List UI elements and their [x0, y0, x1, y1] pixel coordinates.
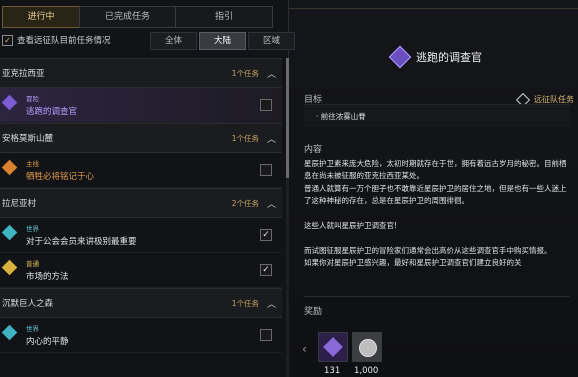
quest-track-checkbox[interactable]	[260, 164, 272, 176]
filter-all[interactable]: 全体	[150, 32, 197, 50]
quest-name: 市场的方法	[26, 272, 69, 282]
quest-icon	[1, 94, 18, 111]
goal-text: · 前往浓雾山脊	[316, 112, 366, 121]
quest-item[interactable]: 主线牺牲必将铭记于心	[0, 153, 282, 188]
quest-item[interactable]: 冒险 逃跑的调查官	[0, 88, 282, 123]
quest-icon	[1, 224, 18, 241]
quest-name: 牺牲必将铭记于心	[26, 172, 95, 182]
quest-track-checkbox[interactable]: ✓	[260, 264, 272, 276]
filter-continent[interactable]: 大陆	[199, 32, 246, 50]
quest-icon	[1, 324, 18, 341]
quest-list-panel: 进行中 已完成任务 指引 ✓ 查看远征队目前任务情况 全体 大陆 区域 亚克拉西…	[0, 0, 295, 377]
chevron-up-icon[interactable]: ︿	[267, 197, 276, 210]
quest-track-checkbox[interactable]	[260, 329, 272, 341]
region-header[interactable]: 拉尼亚村 2个任务 ︿	[0, 188, 282, 218]
description-paragraph: 星辰护卫素来庞大危险，太初时期就存在于世，拥有着远古岁月的秘密。目前栖息在尚未被…	[304, 159, 567, 181]
region-name: 安格莫斯山麓	[2, 134, 54, 144]
quest-type: 主线	[26, 160, 39, 168]
filter-group: 全体 大陆 区域	[150, 32, 297, 50]
filter-area[interactable]: 区域	[248, 32, 295, 50]
quest-name: 内心的平静	[26, 337, 69, 347]
quest-window: 进行中 已完成任务 指引 ✓ 查看远征队目前任务情况 全体 大陆 区域 亚克拉西…	[0, 0, 578, 377]
chevron-left-icon[interactable]: ‹	[302, 342, 307, 356]
region-count: 1个任务 ︿	[231, 297, 276, 310]
quest-icon	[1, 259, 18, 276]
quest-list-scrollbar[interactable]	[286, 58, 289, 377]
purple-gem-icon[interactable]	[318, 332, 348, 362]
scrollbar-thumb[interactable]	[286, 58, 289, 178]
quest-type-icon	[388, 45, 412, 69]
expedition-status-option[interactable]: ✓ 查看远征队目前任务情况	[2, 34, 111, 46]
quest-detail-panel: 逃跑的调查官 目标 远征队任务 · 前往浓雾山脊 内容 星辰护卫素来庞大危险，太…	[296, 0, 578, 377]
quest-name: 逃跑的调查官	[26, 107, 78, 117]
region-header[interactable]: 沉默巨人之森 1个任务 ︿	[0, 288, 282, 318]
checkbox-expedition-status[interactable]: ✓	[2, 34, 13, 46]
detail-title: 逃跑的调查官	[388, 45, 482, 69]
description-paragraph	[304, 208, 570, 220]
quest-icon	[1, 159, 18, 176]
region-count: 1个任务 ︿	[231, 132, 276, 145]
detail-title-text: 逃跑的调查官	[416, 51, 482, 64]
quest-description: 星辰护卫素来庞大危险，太初时期就存在于世，拥有着远古岁月的秘密。目前栖息在尚未被…	[304, 158, 570, 288]
chevron-up-icon[interactable]: ︿	[267, 67, 276, 80]
region-name: 沉默巨人之森	[2, 299, 54, 309]
chevron-up-icon[interactable]: ︿	[267, 297, 276, 310]
content-label: 内容	[304, 145, 323, 155]
region-name: 拉尼亚村	[2, 199, 37, 209]
quest-track-checkbox[interactable]	[260, 99, 272, 111]
tab-bar: 进行中 已完成任务 指引	[0, 6, 288, 28]
quest-item[interactable]: 世界 内心的平静	[0, 318, 282, 353]
reward-count: 1,000	[354, 366, 379, 376]
region-name: 亚克拉西亚	[2, 69, 45, 79]
region-header[interactable]: 安格莫斯山麓 1个任务 ︿	[0, 123, 282, 153]
quest-list: 亚克拉西亚 1个任务 ︿ 冒险逃跑的调查官安格莫斯山麓 1个任务 ︿ 主线牺牲必将铭记于心拉…	[0, 58, 282, 353]
divider	[304, 296, 570, 297]
goal-row[interactable]: · 前往浓雾山脊	[304, 104, 570, 127]
chevron-up-icon[interactable]: ︿	[267, 132, 276, 145]
quest-type: 世界	[26, 225, 39, 233]
quest-type: 冒险	[26, 95, 39, 103]
reward-box: ‹ 131 1,000	[296, 322, 578, 377]
tab-completed[interactable]: 已完成任务	[79, 6, 176, 28]
quest-type: 普通	[26, 260, 39, 268]
detail-header: 逃跑的调查官	[296, 38, 578, 78]
silver-coin-icon[interactable]	[352, 332, 382, 362]
description-paragraph: 而试图征服星辰护卫的冒险家们通常会出高价从这些调查官手中购买情报。	[304, 245, 552, 255]
quest-item[interactable]: 普通市场的方法 ✓	[0, 253, 282, 288]
tab-guide[interactable]: 指引	[175, 6, 273, 28]
reward-count: 131	[324, 366, 341, 376]
region-count: 1个任务 ︿	[231, 67, 276, 80]
quest-type: 世界	[26, 325, 39, 333]
quest-name: 对于公会会员来讲极别最重要	[26, 237, 137, 247]
reward-label: 奖励	[304, 307, 323, 317]
description-paragraph: 这些人就叫星辰护卫调查官!	[304, 221, 398, 231]
description-paragraph: 普通人就算有一万个胆子也不敢靠近星辰护卫的居住之地，但是也有一些人迷上了这种神秘…	[304, 183, 567, 206]
description-paragraph	[304, 232, 570, 244]
region-header[interactable]: 亚克拉西亚 1个任务 ︿	[0, 58, 282, 88]
description-paragraph: 如果你对星辰护卫感兴趣，最好和星辰护卫调查官们建立良好的关	[304, 258, 522, 268]
option-label: 查看远征队目前任务情况	[17, 36, 111, 46]
region-count: 2个任务 ︿	[231, 197, 276, 210]
quest-item[interactable]: 世界对于公会会员来讲极别最重要 ✓	[0, 218, 282, 253]
quest-track-checkbox[interactable]: ✓	[260, 229, 272, 241]
tab-in-progress[interactable]: 进行中	[2, 6, 80, 28]
